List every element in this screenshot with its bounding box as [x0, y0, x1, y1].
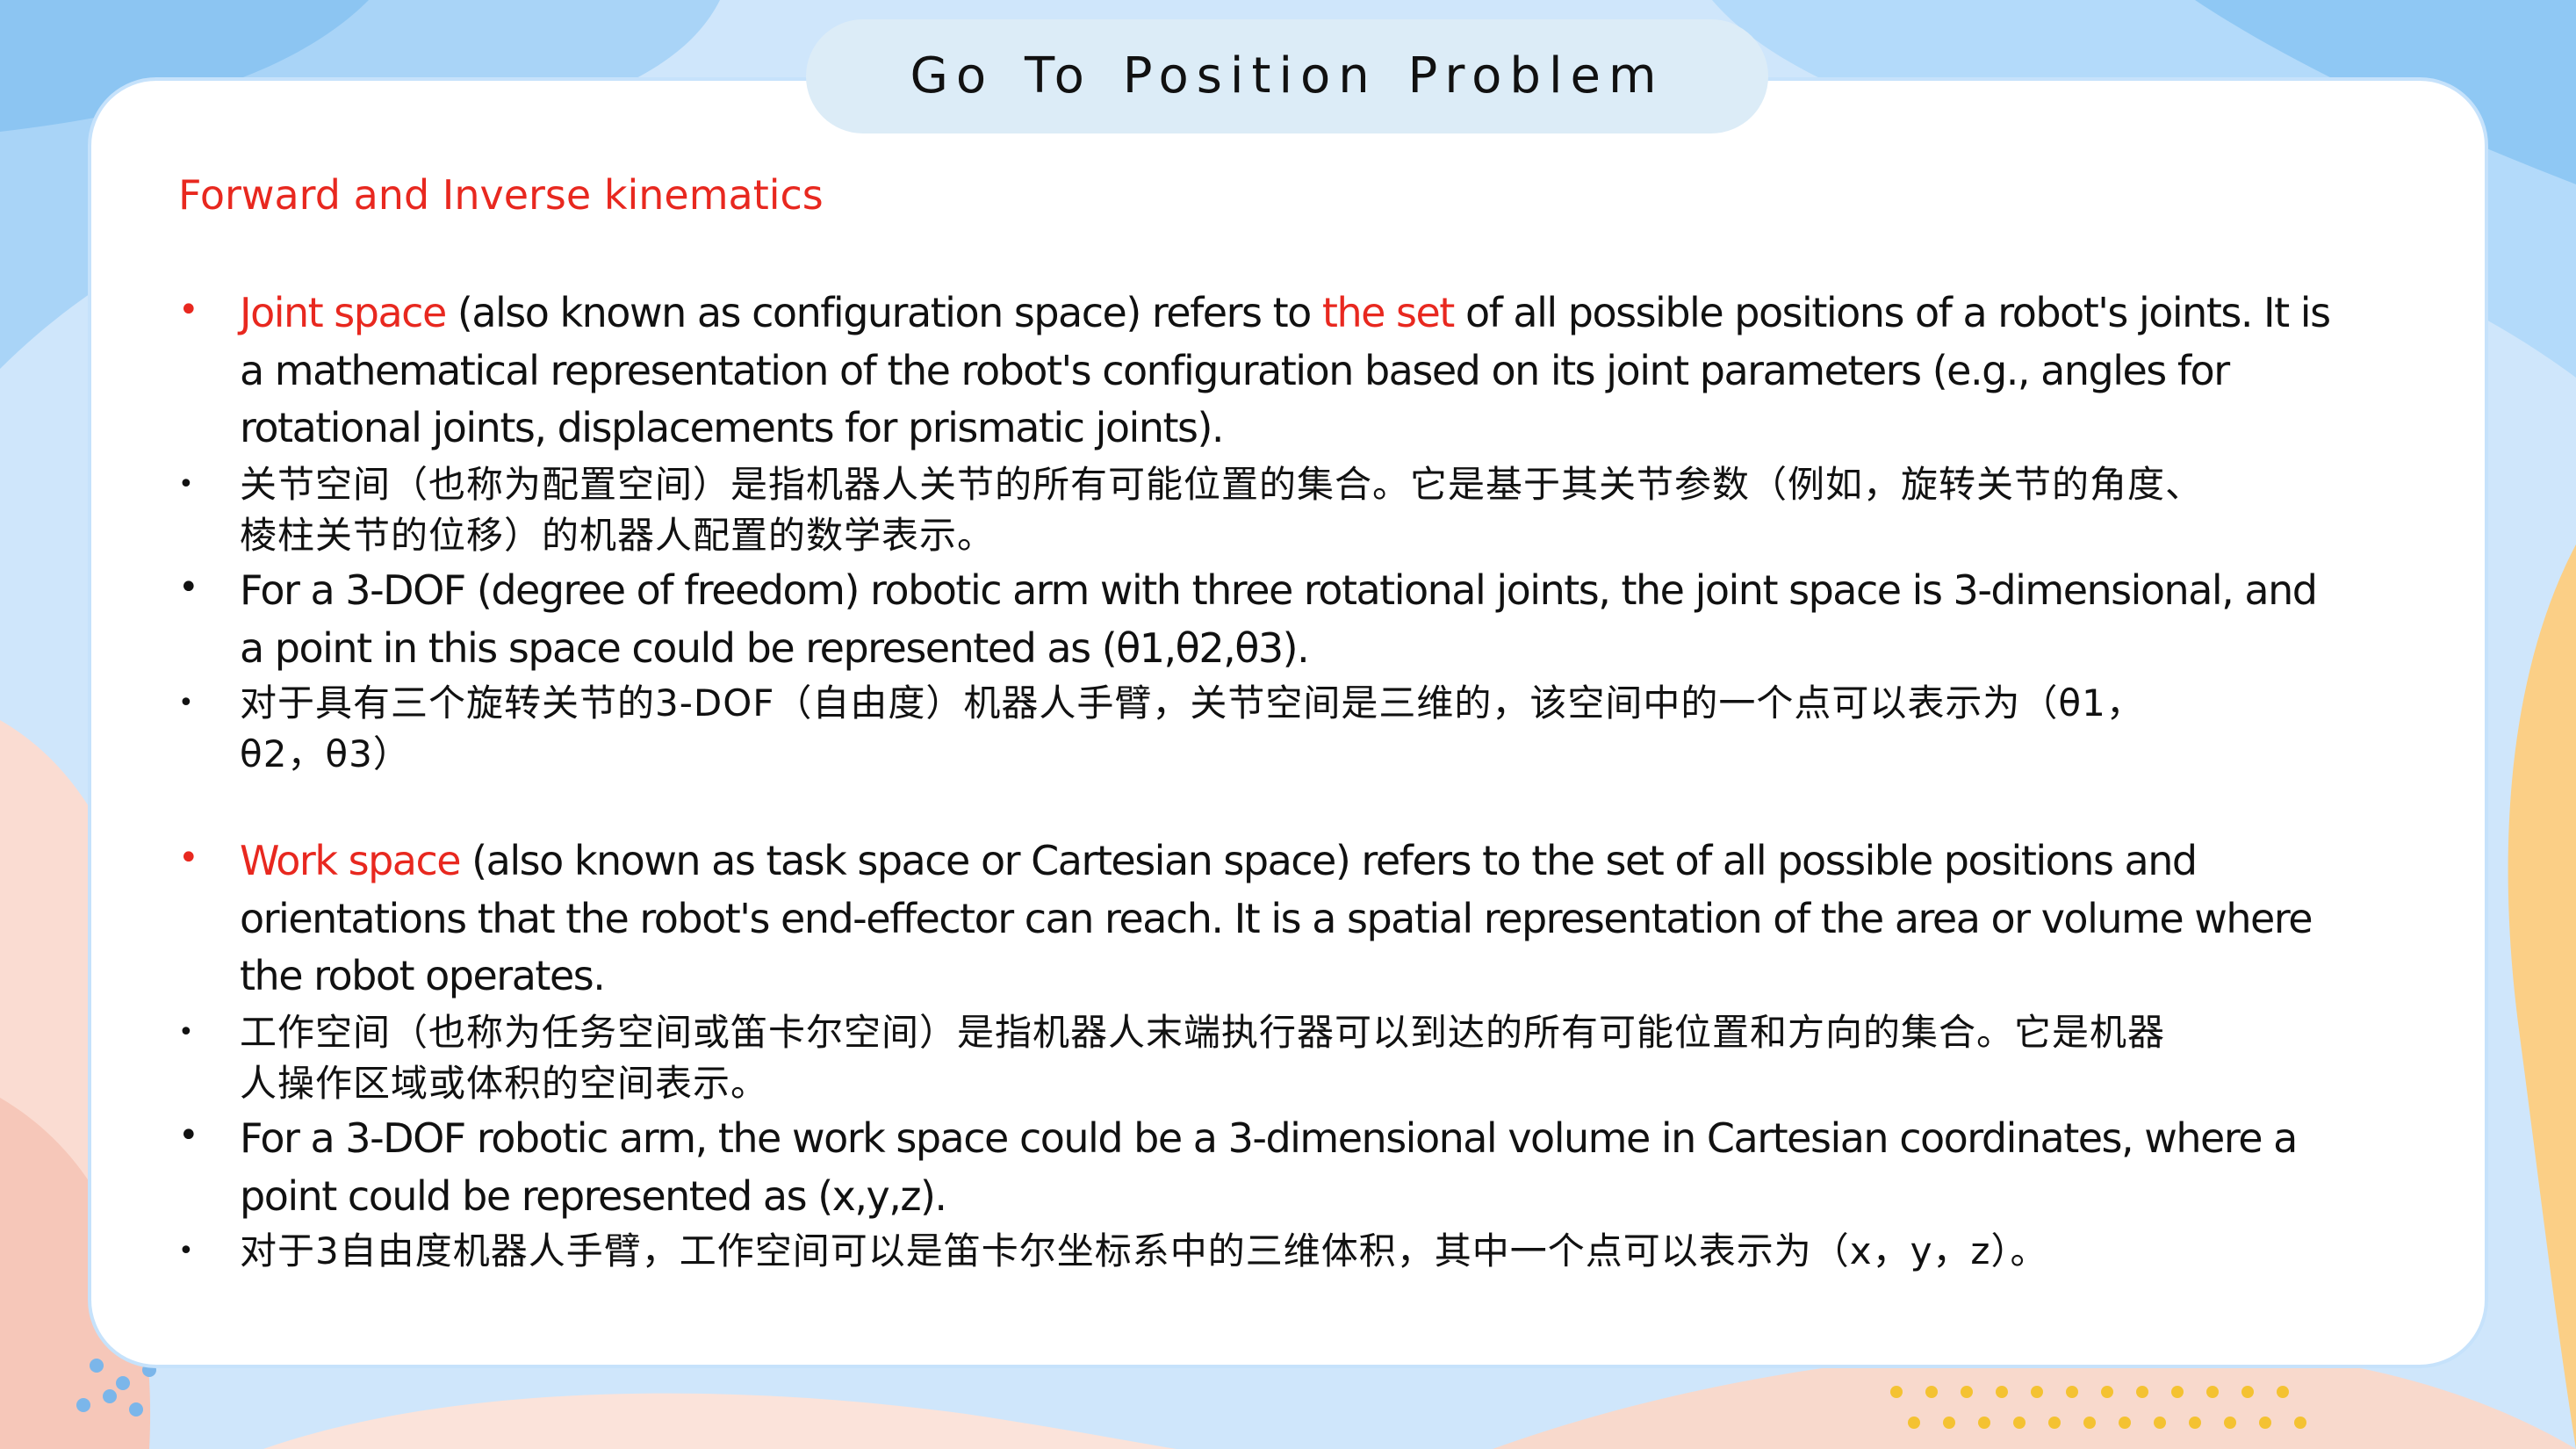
- bullet-black: •: [178, 567, 199, 608]
- joint-space-zh-line1: 关节空间（也称为配置空间）是指机器人关节的所有可能位置的集合。它是基于其关节参数…: [240, 463, 2204, 506]
- joint-space-definition: Joint space (also known as configuration…: [240, 285, 2435, 458]
- joint-example-zh-line1: 对于具有三个旋转关节的3-DOF（自由度）机器人手臂，关节空间是三维的，该空间中…: [240, 681, 2144, 724]
- joint-space-text-a: (also known as configuration space) refe…: [445, 289, 1322, 336]
- work-space-text-line3: the robot operates.: [240, 952, 606, 999]
- work-space-term: Work space: [240, 837, 462, 884]
- joint-space-term: Joint space: [240, 289, 447, 336]
- joint-space-text-line3: rotational joints, displacements for pri…: [240, 404, 1225, 451]
- work-space-text-line2: orientations that the robot's end-effect…: [240, 894, 2313, 942]
- joint-example-zh-line2: θ2，θ3）: [240, 732, 411, 775]
- bullet-black: •: [178, 1115, 199, 1156]
- work-space-text-a: (also known as task space or Cartesian s…: [460, 837, 2198, 884]
- joint-example-line2: a point in this space could be represent…: [240, 624, 1310, 672]
- joint-space-text-line2: a mathematical representation of the rob…: [240, 346, 2230, 394]
- work-space-example-zh: 对于3自由度机器人手臂，工作空间可以是笛卡尔坐标系中的三维体积，其中一个点可以表…: [240, 1226, 2435, 1277]
- bullet-black: •: [178, 469, 194, 500]
- joint-space-text-b: of all possible positions of a robot's j…: [1453, 289, 2331, 336]
- bullet-red: •: [178, 290, 199, 330]
- joint-space-example: For a 3-DOF (degree of freedom) robotic …: [240, 562, 2435, 677]
- work-space-definition: Work space (also known as task space or …: [240, 833, 2435, 1006]
- work-space-zh-line2: 人操作区域或体积的空间表示。: [240, 1062, 769, 1105]
- work-space-zh-line1: 工作空间（也称为任务空间或笛卡尔空间）是指机器人末端执行器可以到达的所有可能位置…: [240, 1011, 2166, 1054]
- the-set-highlight: the set: [1321, 289, 1455, 336]
- joint-example-line1: For a 3-DOF (degree of freedom) robotic …: [240, 566, 2318, 614]
- joint-space-example-zh: 对于具有三个旋转关节的3-DOF（自由度）机器人手臂，关节空间是三维的，该空间中…: [240, 678, 2435, 780]
- work-space-example: For a 3-DOF robotic arm, the work space …: [240, 1110, 2435, 1225]
- section-subheading: Forward and Inverse kinematics: [178, 171, 824, 219]
- work-space-definition-zh: 工作空间（也称为任务空间或笛卡尔空间）是指机器人末端执行器可以到达的所有可能位置…: [240, 1007, 2435, 1109]
- bullet-black: •: [178, 1017, 194, 1048]
- work-example-zh: 对于3自由度机器人手臂，工作空间可以是笛卡尔坐标系中的三维体积，其中一个点可以表…: [240, 1229, 2048, 1272]
- bullet-red: •: [178, 838, 199, 878]
- bullet-black: •: [178, 1236, 194, 1266]
- slide-title: Go To Position Problem: [910, 47, 1665, 105]
- joint-space-definition-zh: 关节空间（也称为配置空间）是指机器人关节的所有可能位置的集合。它是基于其关节参数…: [240, 459, 2435, 561]
- work-example-line2: point could be represented as (x,y,z).: [240, 1171, 947, 1220]
- work-example-line1: For a 3-DOF robotic arm, the work space …: [240, 1114, 2298, 1162]
- joint-space-zh-line2: 棱柱关节的位移）的机器人配置的数学表示。: [240, 514, 996, 557]
- bullet-black: •: [178, 688, 194, 718]
